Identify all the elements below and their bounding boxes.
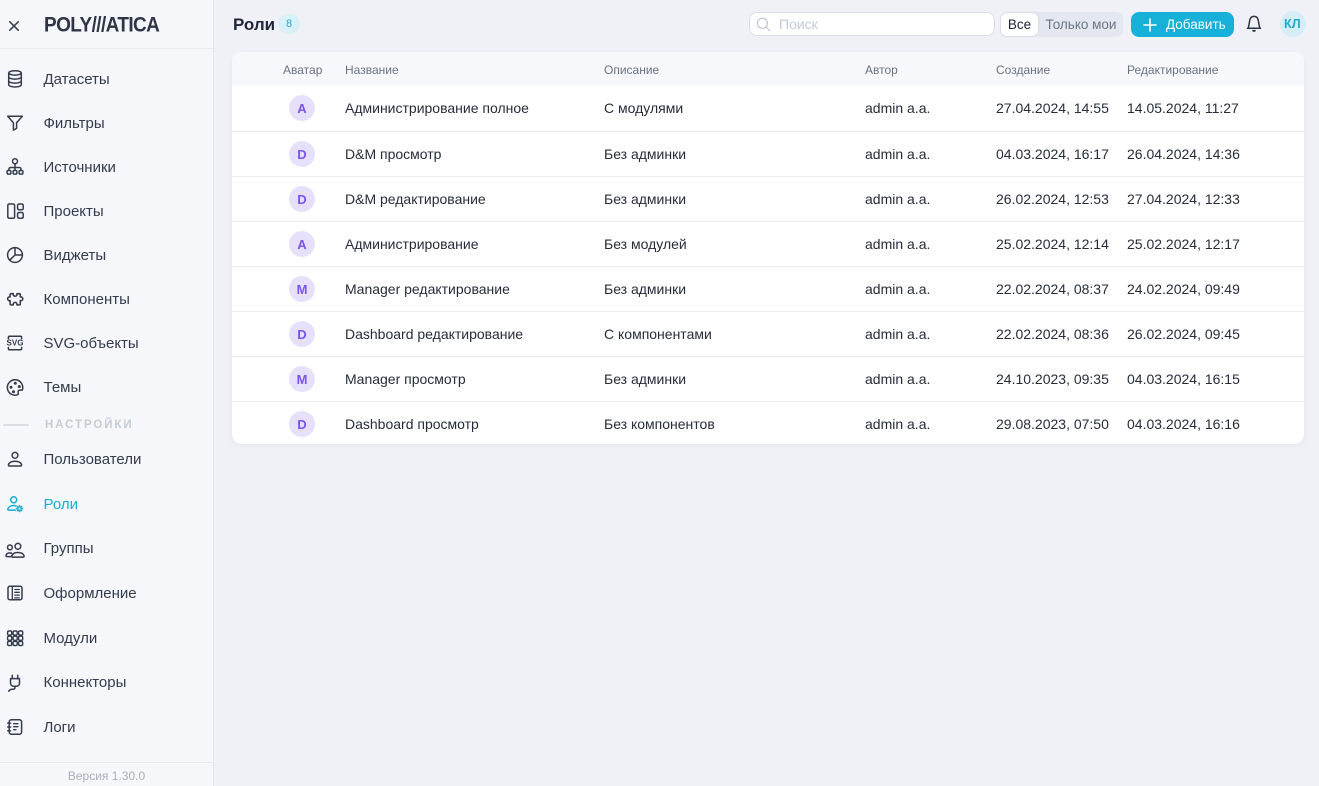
svg-text:SVG: SVG	[6, 339, 23, 348]
